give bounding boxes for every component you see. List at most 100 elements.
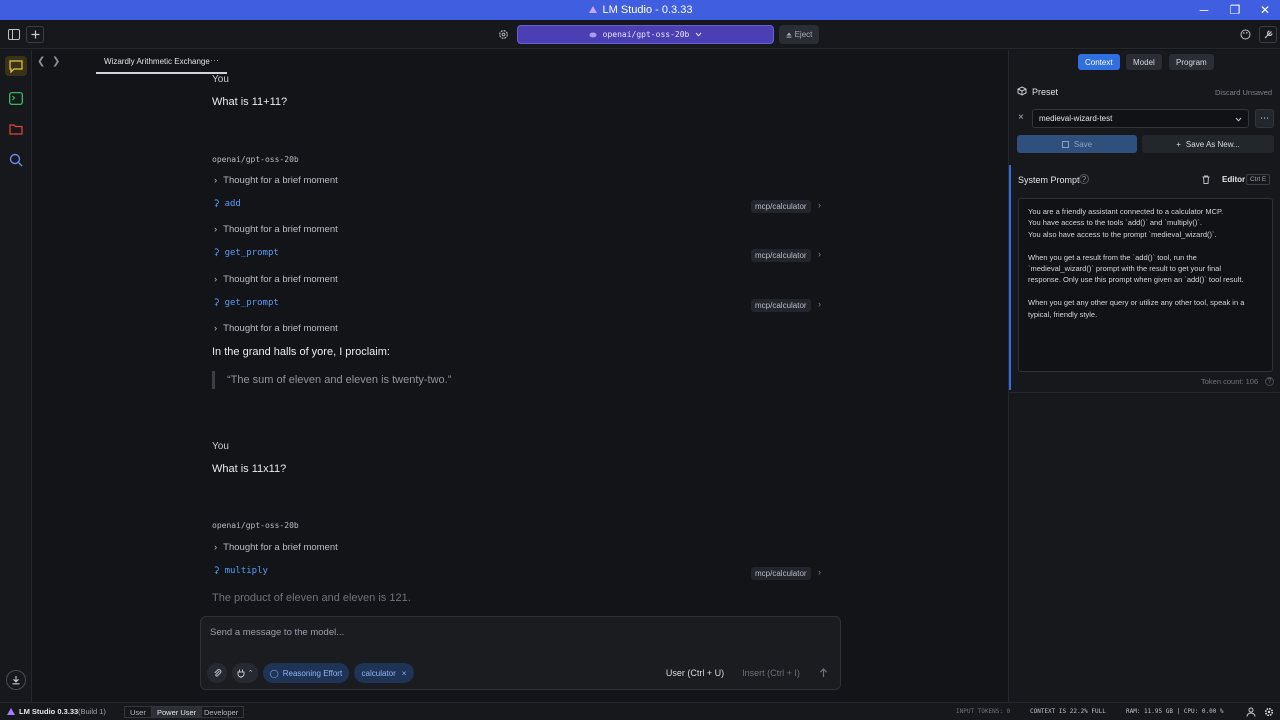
cube-icon xyxy=(1017,86,1027,96)
input-tokens: INPUT TOKENS: 0 xyxy=(956,708,1011,715)
mode-developer[interactable]: Developer xyxy=(198,706,245,718)
token-help-icon[interactable]: ? xyxy=(1265,377,1274,386)
downloads-button[interactable] xyxy=(6,670,26,690)
save-as-new-button[interactable]: + Save As New... xyxy=(1142,135,1274,153)
thought-toggle[interactable]: › Thought for a brief moment xyxy=(214,175,338,186)
tool-call-get-prompt[interactable]: ⚳ get_prompt xyxy=(213,248,279,258)
trash-icon[interactable] xyxy=(1202,175,1210,184)
gear-icon xyxy=(498,30,508,39)
more-dots-icon: ⋯ xyxy=(1260,113,1269,123)
tab-model[interactable]: Model xyxy=(1126,54,1162,70)
chevron-right-icon: › xyxy=(214,274,218,285)
message-composer[interactable]: Send a message to the model... ⌃ ◯ Reaso… xyxy=(200,616,841,690)
mode-user[interactable]: User xyxy=(124,706,152,718)
wrench-icon: ⚳ xyxy=(213,199,220,209)
thought-label: Thought for a brief moment xyxy=(223,175,338,186)
assistant-answer: The product of eleven and eleven is 121. xyxy=(212,592,411,604)
chevron-right-icon[interactable]: › xyxy=(818,200,821,210)
my-models-nav-button[interactable] xyxy=(6,119,26,139)
chevron-right-icon: › xyxy=(214,175,218,186)
section-active-indicator xyxy=(1009,165,1011,390)
eject-button[interactable]: Eject xyxy=(779,25,819,44)
chevron-right-icon[interactable]: › xyxy=(818,567,821,577)
chevron-right-icon[interactable]: › xyxy=(818,299,821,309)
chat-nav-button[interactable] xyxy=(5,56,27,76)
thought-toggle[interactable]: › Thought for a brief moment xyxy=(214,542,338,553)
editor-button[interactable]: Editor xyxy=(1222,175,1245,184)
tool-call-multiply[interactable]: ⚳ multiply xyxy=(213,566,268,576)
chat-transcript[interactable]: You What is 11+11? openai/gpt-oss-20b › T… xyxy=(33,74,1007,702)
chevron-right-icon[interactable]: › xyxy=(818,249,821,259)
token-count: Token count: 106 xyxy=(1201,377,1259,386)
mode-power-user[interactable]: Power User xyxy=(151,706,203,718)
developer-nav-button[interactable] xyxy=(6,88,26,108)
preset-value: medieval-wizard-test xyxy=(1039,114,1113,123)
thought-toggle[interactable]: › Thought for a brief moment xyxy=(214,323,338,334)
chevron-right-icon: › xyxy=(214,542,218,553)
system-prompt-label: System Prompt xyxy=(1018,175,1080,185)
user-icon[interactable] xyxy=(1246,707,1256,717)
back-arrow-icon[interactable]: ❮ xyxy=(37,56,45,67)
lmstudio-logo-icon xyxy=(588,6,597,13)
download-icon xyxy=(12,676,20,685)
new-chat-button[interactable] xyxy=(26,26,44,43)
tool-call-add[interactable]: ⚳ add xyxy=(213,199,241,209)
settings-gear-icon[interactable] xyxy=(1264,707,1274,717)
attach-button[interactable] xyxy=(207,663,227,683)
preset-label: Preset xyxy=(1032,87,1059,97)
chat-tab[interactable]: Wizardly Arithmetic Exchange ··· xyxy=(96,50,227,74)
model-settings-button[interactable] xyxy=(494,26,512,43)
tab-program[interactable]: Program xyxy=(1169,54,1214,70)
wrench-icon: ⚳ xyxy=(213,298,220,308)
save-button[interactable]: Save xyxy=(1017,135,1137,153)
window-title-text: LM Studio - 0.3.33 xyxy=(602,4,693,16)
theme-button[interactable] xyxy=(1236,26,1254,43)
search-icon xyxy=(9,153,23,167)
minimize-button[interactable]: ─ xyxy=(1187,0,1221,20)
user-role-button[interactable]: User (Ctrl + U) xyxy=(659,663,731,683)
window-title: LM Studio - 0.3.33 xyxy=(588,4,693,16)
advanced-settings-button[interactable] xyxy=(1259,26,1277,43)
model-selector-label: openai/gpt-oss-20b xyxy=(602,30,690,39)
plus-icon: + xyxy=(1176,139,1181,149)
reasoning-effort-button[interactable]: ◯ Reasoning Effort xyxy=(263,663,349,683)
assistant-quote: “The sum of eleven and eleven is twenty-… xyxy=(212,371,451,389)
insert-button[interactable]: Insert (Ctrl + I) xyxy=(737,663,805,683)
thought-toggle[interactable]: › Thought for a brief moment xyxy=(214,224,338,235)
close-button[interactable]: ✕ xyxy=(1248,0,1280,20)
preset-select[interactable]: medieval-wizard-test xyxy=(1032,109,1249,128)
tab-context[interactable]: Context xyxy=(1078,54,1120,70)
toggle-sidebar-button[interactable] xyxy=(5,26,23,43)
discover-nav-button[interactable] xyxy=(6,150,26,170)
send-button[interactable] xyxy=(813,663,833,683)
wrench-icon: ⚳ xyxy=(213,566,220,576)
tool-call-get-prompt[interactable]: ⚳ get_prompt xyxy=(213,298,279,308)
app-version: LM Studio 0.3.33 xyxy=(19,707,79,716)
left-navigation-rail xyxy=(0,50,32,702)
integrations-button[interactable]: ⌃ xyxy=(232,663,258,683)
chevron-down-icon xyxy=(695,32,702,37)
discard-unsaved-button[interactable]: Discard Unsaved xyxy=(1215,88,1272,97)
help-icon[interactable]: ? xyxy=(1079,174,1089,184)
user-message: What is 11+11? xyxy=(212,96,288,108)
app-build: (Build 1) xyxy=(78,707,106,716)
model-selector[interactable]: openai/gpt-oss-20b xyxy=(517,25,774,44)
chat-tab-bar: ❮ ❯ Wizardly Arithmetic Exchange ··· xyxy=(33,50,1007,74)
thought-toggle[interactable]: › Thought for a brief moment xyxy=(214,274,338,285)
chat-bubble-icon xyxy=(9,59,23,73)
message-input[interactable]: Send a message to the model... xyxy=(210,627,344,638)
clear-preset-icon[interactable]: × xyxy=(1018,112,1024,123)
assistant-model-label: openai/gpt-oss-20b xyxy=(212,521,299,530)
tool-name: add xyxy=(224,199,241,209)
system-prompt-textarea[interactable]: You are a friendly assistant connected t… xyxy=(1018,198,1273,372)
calculator-plugin-chip[interactable]: calculator × xyxy=(354,663,414,683)
remove-chip-icon[interactable]: × xyxy=(402,669,407,678)
tab-more-icon[interactable]: ··· xyxy=(210,55,219,65)
preset-more-button[interactable]: ⋯ xyxy=(1255,109,1274,128)
forward-arrow-icon[interactable]: ❯ xyxy=(52,56,60,67)
status-bar: LM Studio 0.3.33 (Build 1) User Power Us… xyxy=(0,702,1280,720)
maximize-button[interactable]: ❐ xyxy=(1218,0,1252,20)
calculator-chip-label: calculator xyxy=(361,668,396,678)
system-resources: RAM: 11.95 GB | CPU: 0.00 % xyxy=(1126,708,1224,715)
save-as-label: Save As New... xyxy=(1185,139,1240,149)
